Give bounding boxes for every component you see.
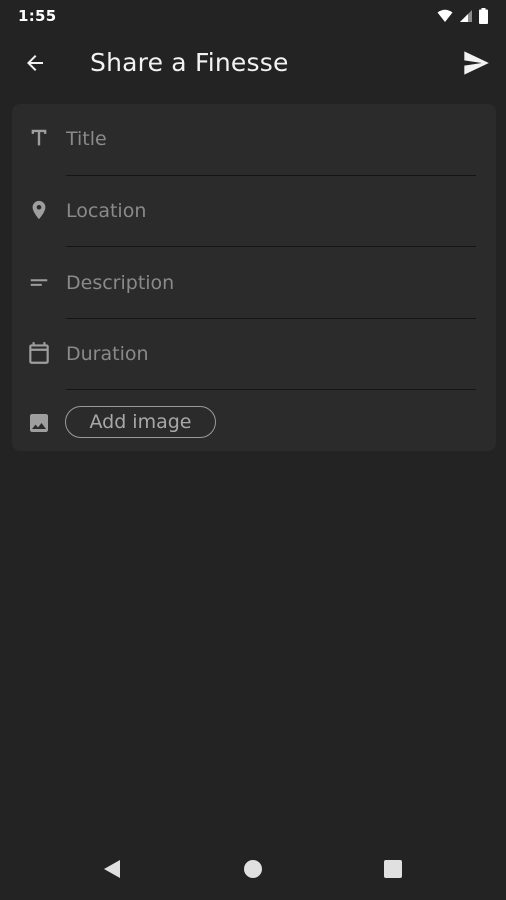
nav-back-icon xyxy=(101,858,123,884)
description-input[interactable] xyxy=(66,268,476,298)
nav-recents-icon xyxy=(382,858,404,884)
status-bar: 1:55 xyxy=(0,0,506,32)
add-image-label: Add image xyxy=(89,411,192,433)
status-icons xyxy=(437,8,488,24)
duration-underline xyxy=(66,389,476,390)
share-form: Add image xyxy=(12,104,496,451)
send-button[interactable] xyxy=(460,50,492,80)
calendar-icon xyxy=(25,339,53,367)
page-title: Share a Finesse xyxy=(90,48,289,77)
share-finesse-screen: 1:55 Share a Finesse Title Location Desc… xyxy=(0,0,506,900)
back-button[interactable] xyxy=(20,50,50,80)
app-bar: Share a Finesse xyxy=(0,32,506,96)
battery-icon xyxy=(479,8,488,24)
title-row xyxy=(12,104,496,176)
system-nav-bar xyxy=(0,840,506,900)
nav-home-button[interactable] xyxy=(241,859,265,883)
title-input[interactable] xyxy=(66,124,476,154)
location-input[interactable] xyxy=(66,196,476,226)
add-image-button[interactable]: Add image xyxy=(65,406,216,438)
duration-input[interactable] xyxy=(66,339,476,369)
wifi-icon xyxy=(437,9,453,23)
description-row xyxy=(12,247,496,319)
send-icon xyxy=(462,50,490,80)
location-row xyxy=(12,176,496,248)
status-time: 1:55 xyxy=(18,7,57,25)
signal-icon xyxy=(459,9,473,23)
nav-home-icon xyxy=(242,858,264,884)
title-text-icon xyxy=(25,124,53,152)
image-icon xyxy=(25,409,53,437)
duration-row xyxy=(12,318,496,390)
short-text-icon xyxy=(25,268,53,296)
nav-back-button[interactable] xyxy=(100,859,124,883)
nav-recents-button[interactable] xyxy=(381,859,405,883)
location-pin-icon xyxy=(25,196,53,224)
arrow-back-icon xyxy=(23,51,47,79)
